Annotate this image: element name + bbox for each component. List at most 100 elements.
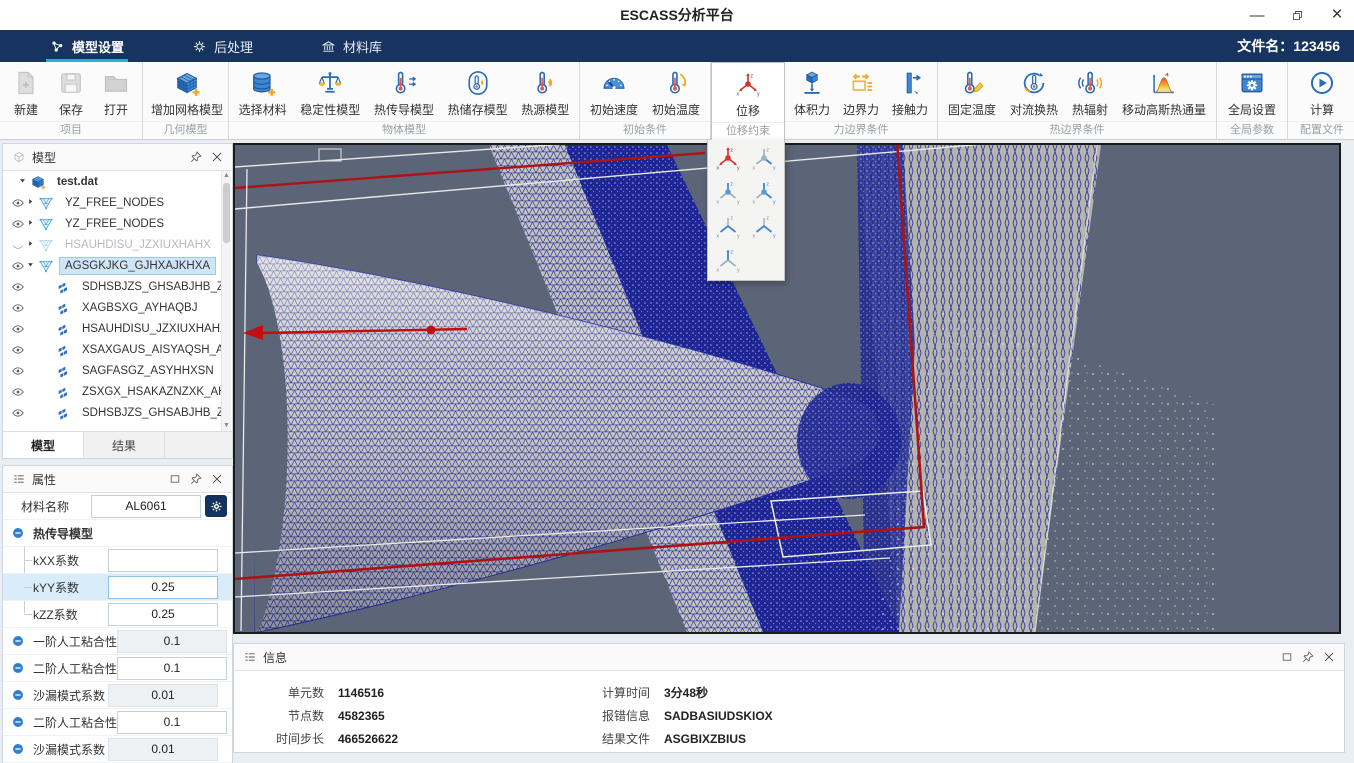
close-icon[interactable] bbox=[209, 150, 224, 165]
heat-conduction-section[interactable]: 热传导模型 bbox=[3, 520, 232, 547]
scroll-up-arrow[interactable]: ▲ bbox=[222, 171, 231, 181]
eye-icon[interactable] bbox=[11, 343, 25, 357]
open-button[interactable]: 打开 bbox=[95, 66, 137, 120]
caret-right-icon[interactable] bbox=[25, 239, 35, 250]
eye-icon[interactable] bbox=[11, 280, 25, 294]
heat-source-button[interactable]: 热源模型 bbox=[515, 66, 575, 120]
tree-item[interactable]: ZSXGX_HSAKAZNZXK_AHASX bbox=[3, 381, 222, 402]
first-order-viscosity-input[interactable] bbox=[117, 630, 227, 653]
tree-item[interactable]: HSAUHDISU_JZXIUXHAHX bbox=[3, 318, 222, 339]
initial-temperature-button[interactable]: 初始温度 bbox=[646, 66, 706, 120]
pin-icon[interactable] bbox=[188, 150, 203, 165]
select-material-button[interactable]: 选择材料 bbox=[233, 66, 293, 120]
svg-text:x: x bbox=[717, 268, 720, 274]
material-name-input[interactable] bbox=[91, 495, 201, 518]
pin-icon[interactable] bbox=[1300, 650, 1315, 665]
tree-item[interactable]: SDHSBJZS_GHSABJHB_ZAHU bbox=[3, 402, 222, 423]
radiation-button[interactable]: 热辐射 bbox=[1066, 66, 1114, 120]
caret-down-icon[interactable] bbox=[17, 176, 27, 187]
eye-icon[interactable] bbox=[11, 364, 25, 378]
hourglass-coefficient-input-2[interactable] bbox=[108, 738, 218, 761]
triad-xy-blue-option-2[interactable]: zxy bbox=[746, 212, 782, 240]
restore-panel-icon[interactable] bbox=[167, 472, 182, 487]
material-gear-button[interactable] bbox=[205, 495, 227, 517]
initial-velocity-button[interactable]: 初始速度 bbox=[584, 66, 644, 120]
displacement-constraint-dropdown: zxy zxy zxy zxy zxy zxy bbox=[707, 140, 785, 281]
fixed-temperature-button[interactable]: 固定温度 bbox=[942, 66, 1002, 120]
caret-right-icon[interactable] bbox=[25, 197, 35, 208]
second-order-viscosity-input[interactable] bbox=[117, 657, 227, 680]
eye-icon[interactable] bbox=[11, 322, 25, 336]
gaussian-flux-button[interactable]: 移动高斯热通量 bbox=[1116, 66, 1212, 120]
restore-panel-icon[interactable] bbox=[1279, 650, 1294, 665]
scroll-thumb[interactable] bbox=[223, 183, 230, 243]
triad-xy-blue-option[interactable]: zxy bbox=[710, 212, 746, 240]
hourglass-coefficient-input[interactable] bbox=[108, 684, 218, 707]
global-settings-button[interactable]: 全局设置 bbox=[1222, 66, 1282, 120]
contact-force-button[interactable]: 接触力 bbox=[886, 66, 934, 120]
close-icon[interactable] bbox=[209, 472, 224, 487]
collapse-minus-icon[interactable] bbox=[11, 661, 25, 675]
kxx-input[interactable] bbox=[108, 549, 218, 572]
triad-zy-blue-option[interactable]: zxy bbox=[746, 178, 782, 206]
new-button[interactable]: 新建 bbox=[5, 66, 47, 120]
triad-y-blue-option[interactable]: zxy bbox=[746, 144, 782, 172]
eye-icon[interactable] bbox=[11, 406, 25, 420]
eye-icon[interactable] bbox=[11, 196, 25, 210]
boundary-force-button[interactable]: 边界力 bbox=[837, 66, 885, 120]
displacement-button[interactable]: 位移 bbox=[727, 67, 769, 121]
close-button[interactable]: × bbox=[1328, 6, 1346, 24]
tab-model[interactable]: 模型 bbox=[3, 432, 84, 458]
kyy-input[interactable] bbox=[108, 576, 218, 599]
tree-item[interactable]: SAGFASGZ_ASYHHXSN bbox=[3, 360, 222, 381]
heat-storage-button[interactable]: 热储存模型 bbox=[442, 66, 514, 120]
kzz-input[interactable] bbox=[108, 603, 218, 626]
triad-z-center-blue-option[interactable]: zxy bbox=[710, 178, 746, 206]
triad-z-blue-option[interactable]: zxy bbox=[710, 246, 746, 274]
info-field-element-count: 单元数 1146516 bbox=[262, 681, 592, 704]
add-mesh-model-button[interactable]: 增加网格模型 bbox=[145, 66, 229, 120]
eye-off-icon[interactable] bbox=[11, 238, 25, 252]
info-label: 计算时间 bbox=[592, 684, 650, 701]
compute-button[interactable]: 计算 bbox=[1301, 66, 1343, 120]
tab-material-library[interactable]: 材料库 bbox=[307, 30, 396, 62]
triad-xyz-red-option[interactable] bbox=[710, 144, 746, 172]
tree-item[interactable]: SDHSBJZS_GHSABJHB_ZAHU bbox=[3, 276, 222, 297]
body-force-button[interactable]: 体积力 bbox=[788, 66, 836, 120]
minimize-button[interactable]: — bbox=[1248, 6, 1266, 24]
viewport-3d[interactable] bbox=[233, 143, 1341, 634]
caret-right-icon[interactable] bbox=[25, 218, 35, 229]
eye-icon[interactable] bbox=[11, 259, 25, 273]
second-order-viscosity-input-2[interactable] bbox=[117, 711, 227, 734]
tree-item[interactable]: XSAXGAUS_AISYAQSH_ASHX bbox=[3, 339, 222, 360]
scroll-down-arrow[interactable]: ▼ bbox=[222, 421, 231, 431]
tree-item[interactable]: HSAUHDISU_JZXIUXHAHX bbox=[3, 234, 222, 255]
save-button[interactable]: 保存 bbox=[50, 66, 92, 120]
caret-down-icon[interactable] bbox=[25, 260, 35, 271]
collapse-minus-icon[interactable] bbox=[11, 634, 25, 648]
pin-icon[interactable] bbox=[188, 472, 203, 487]
restore-button[interactable] bbox=[1288, 6, 1306, 24]
tree-item-selected[interactable]: AGSGKJKG_GJHXAJKHXA bbox=[3, 255, 222, 276]
heat-conduction-button[interactable]: 热传导模型 bbox=[368, 66, 440, 120]
collapse-minus-icon[interactable] bbox=[11, 688, 25, 702]
tree-root-label: test.dat bbox=[51, 173, 104, 191]
tree-item[interactable]: XAGBSXG_AYHAQBJ bbox=[3, 297, 222, 318]
tab-model-setup[interactable]: 模型设置 bbox=[36, 30, 138, 62]
collapse-minus-icon[interactable] bbox=[11, 715, 25, 729]
close-icon[interactable] bbox=[1321, 650, 1336, 665]
eye-icon[interactable] bbox=[11, 301, 25, 315]
tab-postprocess[interactable]: 后处理 bbox=[178, 30, 267, 62]
property-row-hourglass-coefficient-2: 沙漏模式系数 bbox=[3, 736, 232, 763]
tree-root[interactable]: test.dat bbox=[3, 171, 222, 192]
eye-icon[interactable] bbox=[11, 217, 25, 231]
tree-item[interactable]: YZ_FREE_NODES bbox=[3, 213, 222, 234]
tab-results[interactable]: 结果 bbox=[84, 432, 165, 458]
tree-item[interactable]: YZ_FREE_NODES bbox=[3, 192, 222, 213]
eye-icon[interactable] bbox=[11, 385, 25, 399]
stability-model-button[interactable]: 稳定性模型 bbox=[294, 66, 366, 120]
collapse-minus-icon[interactable] bbox=[11, 742, 25, 756]
collapse-minus-icon[interactable] bbox=[11, 526, 25, 540]
convection-button[interactable]: 对流换热 bbox=[1004, 66, 1064, 120]
tree-scrollbar[interactable]: ▲ ▼ bbox=[221, 171, 231, 431]
